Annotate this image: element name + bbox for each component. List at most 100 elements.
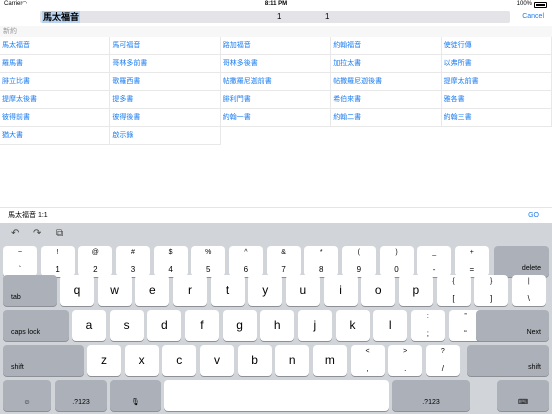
key-\[interactable]: | \ [511,275,546,306]
key-v[interactable]: v [199,345,234,376]
key-4[interactable]: $4 [153,246,188,277]
numbers-switch-left-key[interactable]: .?123 [55,380,107,411]
caps-lock-key[interactable]: caps lock [3,310,69,341]
key-`[interactable]: ~ ` [3,246,37,277]
book-cell[interactable]: 希伯來書 [331,91,442,109]
verse-reference-bar: 馬太福音 1:1 GO [0,207,552,223]
undo-icon[interactable]: ↶ [11,228,19,239]
key-][interactable]: }] [474,275,509,306]
book-cell[interactable]: 腓利門書 [220,91,332,109]
book-cell[interactable]: 約翰二書 [331,109,442,127]
tab-key[interactable]: tab [3,275,57,306]
book-cell[interactable]: 哥林多前書 [110,55,221,73]
key-5[interactable]: % 5 [191,246,226,277]
go-button[interactable]: GO [528,208,539,224]
search-input[interactable]: 馬太福音 1 1 [40,11,510,23]
search-chapter-text: 1 [277,12,282,21]
verse-reference: 馬太福音 1:1 [8,212,48,219]
key-k[interactable]: k [335,310,370,341]
key-0[interactable]: ) 0 [379,246,414,277]
book-cell[interactable]: 猶大書 [0,127,111,145]
key-h[interactable]: h [260,310,295,341]
book-cell[interactable]: 以弗所書 [441,55,552,73]
numbers-switch-right-key[interactable]: .?123 [392,380,470,411]
key-d[interactable]: d [147,310,182,341]
key-2[interactable]: @2 [78,246,113,277]
book-cell[interactable]: 帖撒羅尼迦後書 [331,73,442,91]
book-cell[interactable]: 提摩太前書 [441,73,552,91]
book-cell[interactable]: 雅各書 [441,91,552,109]
shift-left-key[interactable]: shift [3,345,84,376]
book-cell[interactable]: 約翰三書 [441,109,552,127]
shift-right-key[interactable]: shift [467,345,549,376]
book-cell[interactable]: 馬太福音 [0,37,111,55]
key-o[interactable]: o [361,275,396,306]
next-key[interactable]: Next [476,310,549,341]
book-cell[interactable]: 使徒行傳 [441,37,552,55]
book-cell[interactable]: 彼得後書 [110,109,221,127]
key-g[interactable]: g [222,310,257,341]
book-cell[interactable]: 提多書 [110,91,221,109]
key-8[interactable]: * 8 [304,246,339,277]
book-cell[interactable]: 約翰一書 [220,109,332,127]
book-cell[interactable]: 約翰福音 [331,37,442,55]
battery-icon [534,2,547,8]
book-cell[interactable]: 彼得前書 [0,109,111,127]
key-b[interactable]: b [237,345,272,376]
search-book-text: 馬太福音 [42,11,81,23]
key-t[interactable]: t [210,275,245,306]
book-cell[interactable]: 啟示錄 [110,127,221,145]
key-a[interactable]: a [72,310,106,341]
emoji-key[interactable]: ☺ [3,380,51,411]
book-cell[interactable]: 帖撒羅尼迦前書 [220,73,332,91]
book-cell[interactable]: 哥林多後書 [220,55,332,73]
key-7[interactable]: & 7 [266,246,301,277]
space-key[interactable] [164,380,389,411]
key-9[interactable]: (9 [341,246,376,277]
delete-key[interactable]: delete [494,246,549,277]
key-p[interactable]: p [398,275,433,306]
key-m[interactable]: m [312,345,347,376]
key-x[interactable]: x [124,345,159,376]
key-y[interactable]: y [248,275,283,306]
key-n[interactable]: n [275,345,310,376]
book-cell[interactable]: 提摩太後書 [0,91,111,109]
key-w[interactable]: w [97,275,132,306]
key-6[interactable]: ^ 6 [228,246,263,277]
key-3[interactable]: #3 [115,246,150,277]
book-cell[interactable]: 加拉太書 [331,55,442,73]
paste-icon[interactable]: ⧉ [56,228,63,239]
key-/[interactable]: ? / [425,345,460,376]
key-i[interactable]: i [323,275,358,306]
book-cell[interactable]: 腓立比書 [0,73,111,91]
microphone-key[interactable]: 🎙 [110,380,161,411]
book-cell[interactable]: 路加福音 [220,37,332,55]
key-,[interactable]: <, [350,345,385,376]
key-.[interactable]: >. [388,345,423,376]
key-f[interactable]: f [184,310,219,341]
key-e[interactable]: e [135,275,170,306]
keyboard-toolbar: ↶ ↷ ⧉ [0,223,552,245]
status-bar: Carrier ◠ 8:11 PM 100% [0,0,552,9]
key-q[interactable]: q [60,275,94,306]
hide-keyboard-key[interactable]: ⌨ [497,380,549,411]
key-s[interactable]: s [109,310,144,341]
key-c[interactable]: c [162,345,197,376]
redo-icon[interactable]: ↷ [33,228,41,239]
key-1[interactable]: ! 1 [40,246,75,277]
key-punct-0[interactable]: :; [410,310,445,341]
section-header-new-testament: 新約 [0,26,552,37]
key-[[interactable]: {[ [436,275,471,306]
key--[interactable]: _ - [417,246,452,277]
key-l[interactable]: l [373,310,408,341]
key-j[interactable]: j [297,310,332,341]
book-cell[interactable]: 歌羅西書 [110,73,221,91]
book-cell[interactable]: 馬可福音 [110,37,221,55]
cancel-button[interactable]: Cancel [522,11,544,23]
key-u[interactable]: u [285,275,320,306]
search-verse-text: 1 [325,12,330,21]
book-cell[interactable]: 羅馬書 [0,55,111,73]
key-=[interactable]: + = [454,246,489,277]
key-r[interactable]: r [172,275,207,306]
key-z[interactable]: z [87,345,121,376]
